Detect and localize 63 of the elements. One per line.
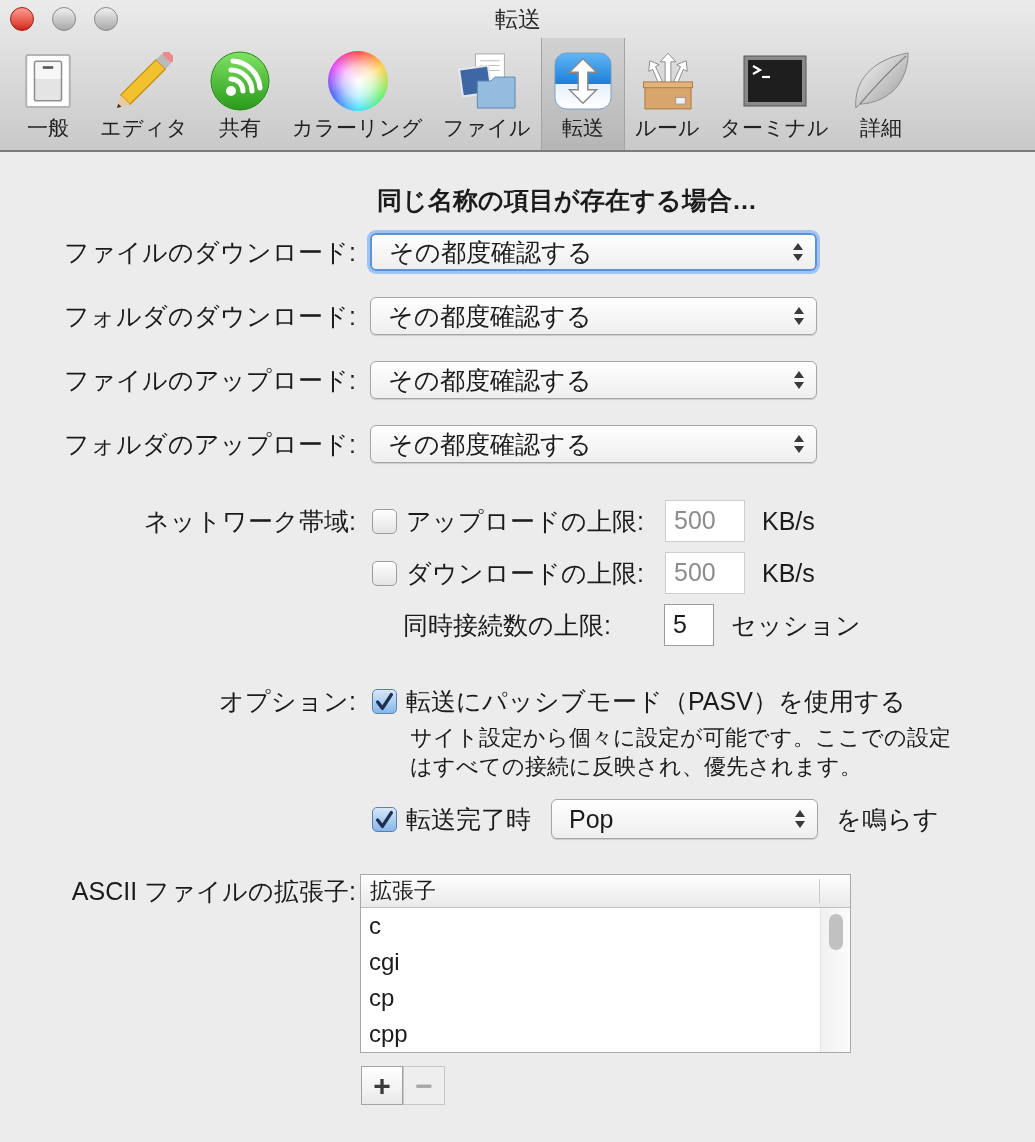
pencil-icon — [115, 52, 173, 110]
checkbox[interactable] — [372, 508, 397, 534]
checkbox[interactable] — [372, 806, 397, 832]
option-label: ダウンロードの上限: — [406, 558, 644, 588]
popup-button[interactable]: その都度確認する — [370, 361, 817, 399]
signal-waves-icon — [210, 51, 270, 111]
updown-arrows-icon — [794, 435, 804, 453]
terminal-icon — [742, 55, 807, 107]
help-text: サイト設定から個々に設定が可能です。ここでの設定はすべての接続に反映され、優先されます。 — [410, 724, 952, 781]
toolbar-tab[interactable]: 転送 — [541, 38, 625, 150]
popup-button[interactable]: その都度確認する — [370, 425, 817, 463]
check-icon — [375, 691, 394, 711]
scrollbar-thumb[interactable] — [828, 914, 843, 950]
updown-arrows-icon — [794, 371, 804, 389]
updown-arrows-icon — [793, 243, 803, 261]
add-button[interactable]: + — [361, 1066, 403, 1105]
window-title: 転送 — [494, 5, 541, 34]
toolbar-tab[interactable]: ファイル — [433, 38, 541, 150]
popup-button[interactable]: その都度確認する — [370, 233, 817, 271]
leaf-icon — [852, 52, 910, 110]
table-cell[interactable]: c — [369, 911, 381, 941]
option-label: を鳴らす — [836, 804, 939, 834]
toolbar-tab[interactable]: 詳細 — [839, 38, 923, 150]
toolbar-tab[interactable]: エディタ — [90, 38, 198, 150]
toolbar-tab[interactable]: 共有 — [198, 38, 282, 150]
field-label: フォルダのアップロード: — [64, 429, 356, 459]
checkbox[interactable] — [372, 560, 397, 586]
toolbar-tab[interactable]: カラーリング — [282, 38, 433, 150]
checkbox[interactable] — [372, 688, 397, 714]
option-label: 転送完了時 — [406, 804, 531, 834]
popup-button[interactable]: Pop — [551, 799, 818, 839]
box-arrows-icon — [642, 52, 693, 110]
field-label: オプション: — [219, 686, 356, 716]
field-label: フォルダのダウンロード: — [64, 301, 356, 331]
files-folder-icon — [456, 52, 518, 110]
option-label: 同時接続数の上限: — [403, 610, 611, 640]
zoom-button[interactable] — [94, 7, 118, 31]
field-label: ASCII ファイルの拡張子: — [71, 876, 356, 906]
field-label: ファイルのアップロード: — [64, 365, 356, 395]
popup-button[interactable]: その都度確認する — [370, 297, 817, 335]
unit-label: セッション — [731, 610, 861, 640]
field-label: ネットワーク帯域: — [144, 506, 356, 536]
switch-icon — [25, 54, 71, 108]
unit-label: KB/s — [762, 506, 815, 536]
updown-arrows-icon — [795, 810, 805, 828]
toolbar-tab[interactable]: ターミナル — [710, 38, 839, 150]
column-header[interactable]: 拡張子 — [370, 879, 436, 903]
table-cell[interactable]: cpp — [369, 1019, 408, 1049]
table-cell[interactable]: cgi — [369, 947, 400, 977]
option-label: アップロードの上限: — [406, 506, 644, 536]
updown-arrows-icon — [794, 307, 804, 325]
transfer-arrows-icon — [554, 52, 612, 110]
input-field[interactable]: 5 — [664, 604, 714, 646]
check-icon — [375, 809, 394, 829]
toolbar-tab[interactable]: ルール — [625, 38, 710, 150]
unit-label: KB/s — [762, 558, 815, 588]
option-label: 転送にパッシブモード（PASV）を使用する — [406, 686, 906, 716]
toolbar-tab[interactable]: 一般 — [6, 38, 90, 150]
section-heading: 同じ名称の項目が存在する場合… — [377, 185, 757, 215]
minimize-button[interactable] — [52, 7, 76, 31]
field-label: ファイルのダウンロード: — [64, 237, 356, 267]
table-cell[interactable]: cp — [369, 983, 395, 1013]
close-button[interactable] — [10, 7, 34, 31]
